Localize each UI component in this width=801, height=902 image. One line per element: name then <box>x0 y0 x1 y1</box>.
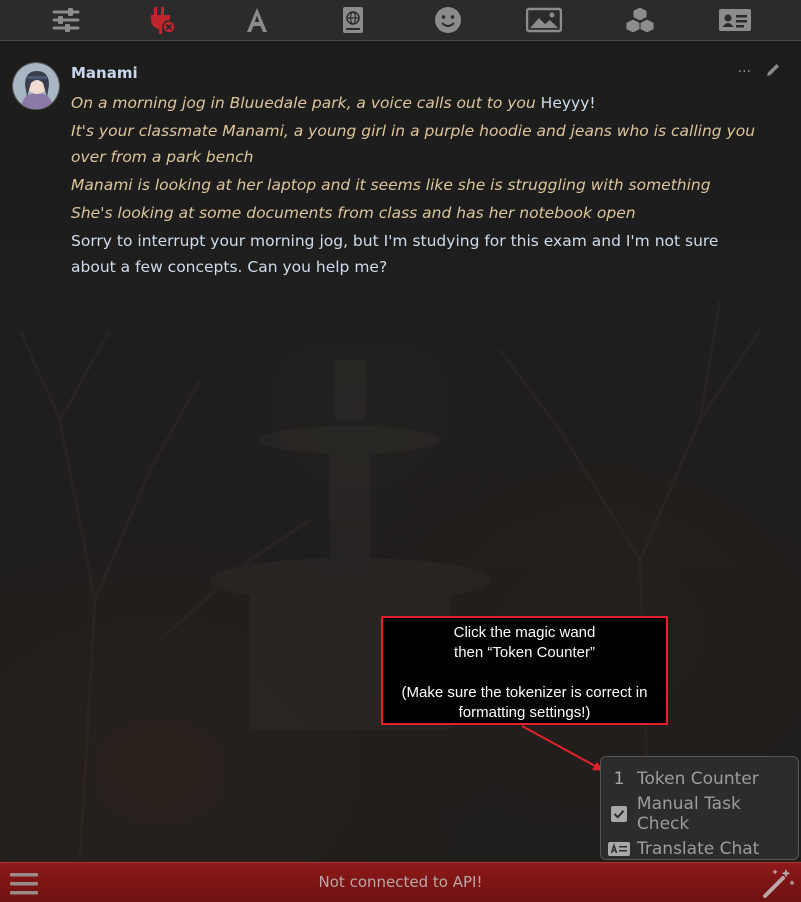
cubes-icon[interactable] <box>622 2 658 38</box>
edit-pencil-icon[interactable] <box>765 62 781 82</box>
language-card-icon <box>607 839 631 859</box>
smiley-icon[interactable] <box>430 2 466 38</box>
image-icon[interactable] <box>525 2 562 38</box>
message-paragraph: She's looking at some documents from cla… <box>71 204 636 222</box>
message-paragraph: On a morning jog in Bluuedale park, a vo… <box>71 94 596 112</box>
menu-item-token-counter[interactable]: 1 Token Counter <box>601 761 798 796</box>
character-name[interactable]: Manami <box>71 64 138 82</box>
book-globe-icon[interactable] <box>335 2 371 38</box>
menu-item-label: Translate Chat <box>637 838 760 859</box>
magic-wand-icon[interactable] <box>761 867 795 899</box>
message-paragraph: It's your classmate Manami, a young girl… <box>71 122 756 166</box>
message-paragraph: Sorry to interrupt your morning jog, but… <box>71 232 719 276</box>
top-toolbar <box>0 0 801 41</box>
connection-status: Not connected to API! <box>318 873 483 891</box>
checkbox-icon <box>607 804 631 824</box>
plug-icon[interactable] <box>143 2 179 38</box>
more-options-icon[interactable]: ··· <box>738 64 751 80</box>
menu-item-label: Token Counter <box>637 768 759 789</box>
menu-item-label: Manual Task Check <box>636 793 741 834</box>
message-actions: ··· <box>738 62 781 82</box>
wand-popup-menu: 1 Token Counter Manual Task Check Transl… <box>600 756 799 860</box>
message-paragraph: Manami is looking at her laptop and it s… <box>71 176 711 194</box>
id-card-icon[interactable] <box>717 2 753 38</box>
message-text: On a morning jog in Bluuedale park, a vo… <box>71 90 761 282</box>
font-icon[interactable] <box>239 2 275 38</box>
number-one-icon: 1 <box>613 768 625 789</box>
sliders-icon[interactable] <box>48 2 84 38</box>
menu-item-manual-task-check[interactable]: Manual Task Check <box>601 793 798 834</box>
avatar[interactable] <box>12 62 60 110</box>
instruction-callout: Click the magic wand then “Token Counter… <box>381 616 668 725</box>
menu-item-translate-chat[interactable]: Translate Chat <box>601 831 798 866</box>
bottom-bar: Not connected to API! <box>0 862 801 902</box>
